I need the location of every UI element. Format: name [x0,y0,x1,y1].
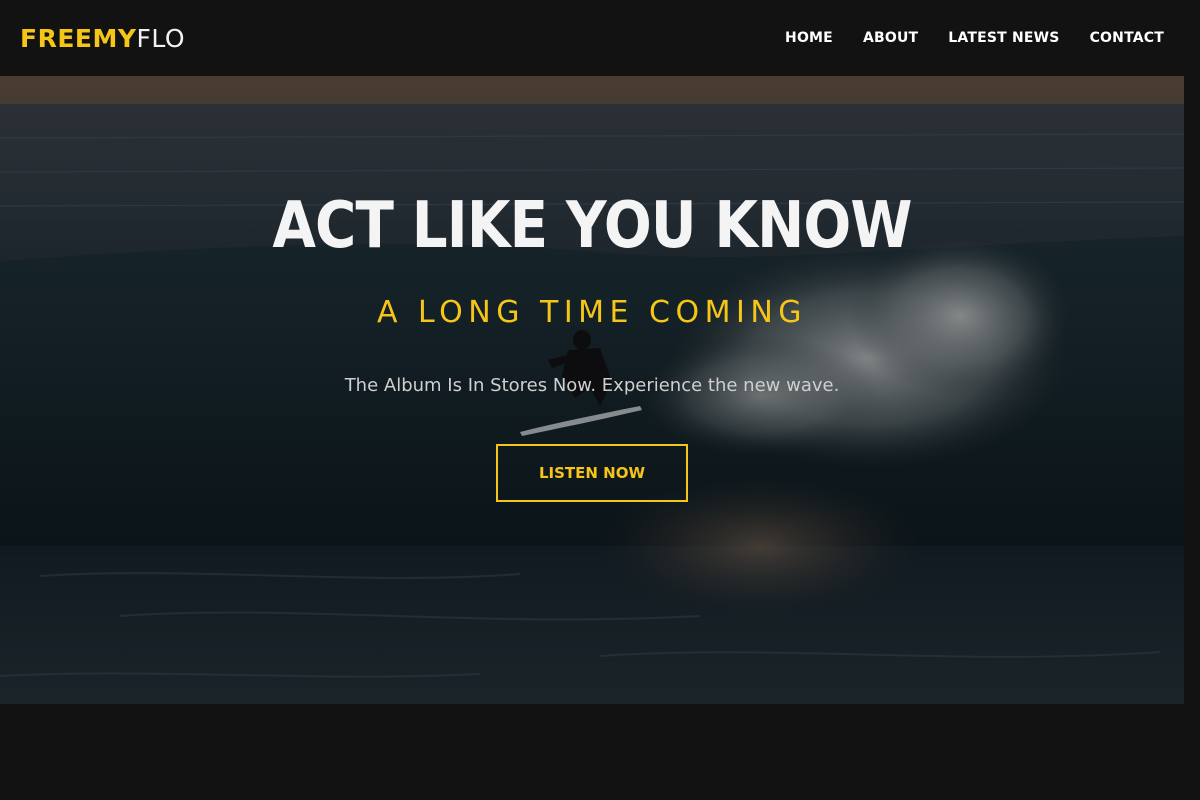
scrollbar-gutter [1184,76,1200,704]
nav-home-link[interactable]: HOME [785,30,833,46]
logo-bold-text: FREEMY [20,23,137,53]
top-navbar: FREEMYFLO HOME ABOUT LATEST NEWS CONTACT [0,0,1200,76]
nav-contact-link[interactable]: CONTACT [1090,30,1164,46]
hero-tagline: The Album Is In Stores Now. Experience t… [344,375,840,396]
listen-now-button[interactable]: LISTEN NOW [496,444,688,502]
logo-light-text: FLO [136,23,186,53]
hero-content: ACT LIKE YOU KNOW A LONG TIME COMING The… [0,76,1184,704]
hero-section: ACT LIKE YOU KNOW A LONG TIME COMING The… [0,76,1184,704]
nav-latest-news-link[interactable]: LATEST NEWS [948,30,1059,46]
site-logo[interactable]: FREEMYFLO [20,26,185,51]
hero-subtitle: A LONG TIME COMING [376,295,808,330]
below-fold-area [0,704,1200,800]
hero-title: ACT LIKE YOU KNOW [272,189,912,263]
main-nav: HOME ABOUT LATEST NEWS CONTACT [785,30,1164,46]
nav-about-link[interactable]: ABOUT [863,30,918,46]
